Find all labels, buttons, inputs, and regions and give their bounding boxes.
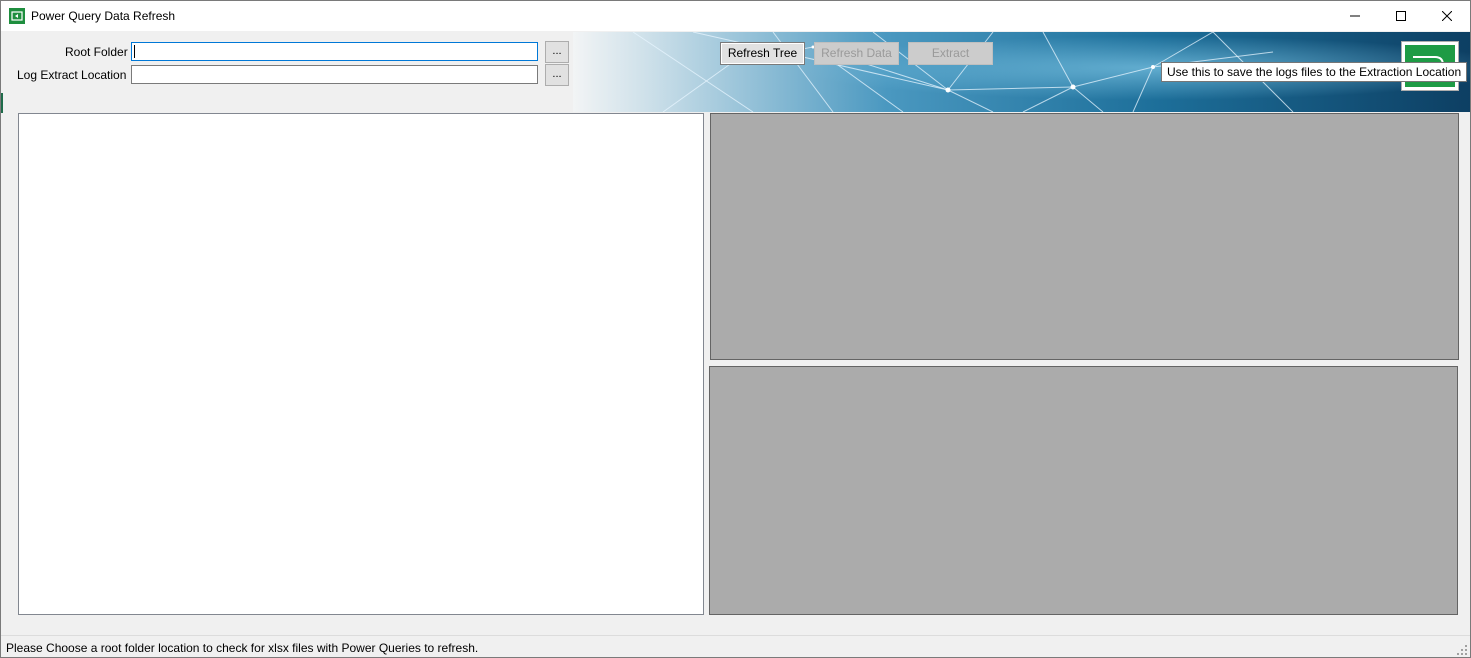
status-text: Please Choose a root folder location to … bbox=[6, 641, 479, 655]
left-edge-accent bbox=[1, 93, 3, 113]
minimize-icon bbox=[1350, 15, 1360, 17]
save-logs-tooltip: Use this to save the logs files to the E… bbox=[1161, 62, 1468, 82]
close-icon bbox=[1442, 11, 1452, 21]
app-window: Power Query Data Refresh Root Folder ...… bbox=[0, 0, 1471, 658]
maximize-icon bbox=[1396, 11, 1406, 21]
root-folder-label: Root Folder bbox=[65, 45, 128, 59]
root-folder-input[interactable] bbox=[131, 42, 538, 61]
text-caret bbox=[134, 45, 135, 58]
log-extract-label: Log Extract Location bbox=[17, 68, 127, 82]
folder-tree-view[interactable] bbox=[18, 113, 704, 615]
title-bar: Power Query Data Refresh bbox=[1, 1, 1470, 31]
root-folder-browse-button[interactable]: ... bbox=[545, 41, 569, 63]
refresh-tree-button[interactable]: Refresh Tree bbox=[720, 42, 805, 65]
power-query-icon bbox=[9, 8, 25, 24]
status-bar: Please Choose a root folder location to … bbox=[1, 635, 1470, 657]
minimize-button[interactable] bbox=[1332, 1, 1378, 31]
window-title: Power Query Data Refresh bbox=[31, 9, 176, 23]
maximize-button[interactable] bbox=[1378, 1, 1424, 31]
extract-button[interactable]: Extract bbox=[908, 42, 993, 65]
refresh-data-button[interactable]: Refresh Data bbox=[814, 42, 899, 65]
log-extract-input[interactable] bbox=[131, 65, 538, 84]
log-grid[interactable] bbox=[709, 366, 1458, 615]
resize-grip-icon[interactable] bbox=[1457, 645, 1467, 655]
queries-grid[interactable] bbox=[710, 113, 1459, 360]
log-extract-browse-button[interactable]: ... bbox=[545, 64, 569, 86]
close-button[interactable] bbox=[1424, 1, 1470, 31]
